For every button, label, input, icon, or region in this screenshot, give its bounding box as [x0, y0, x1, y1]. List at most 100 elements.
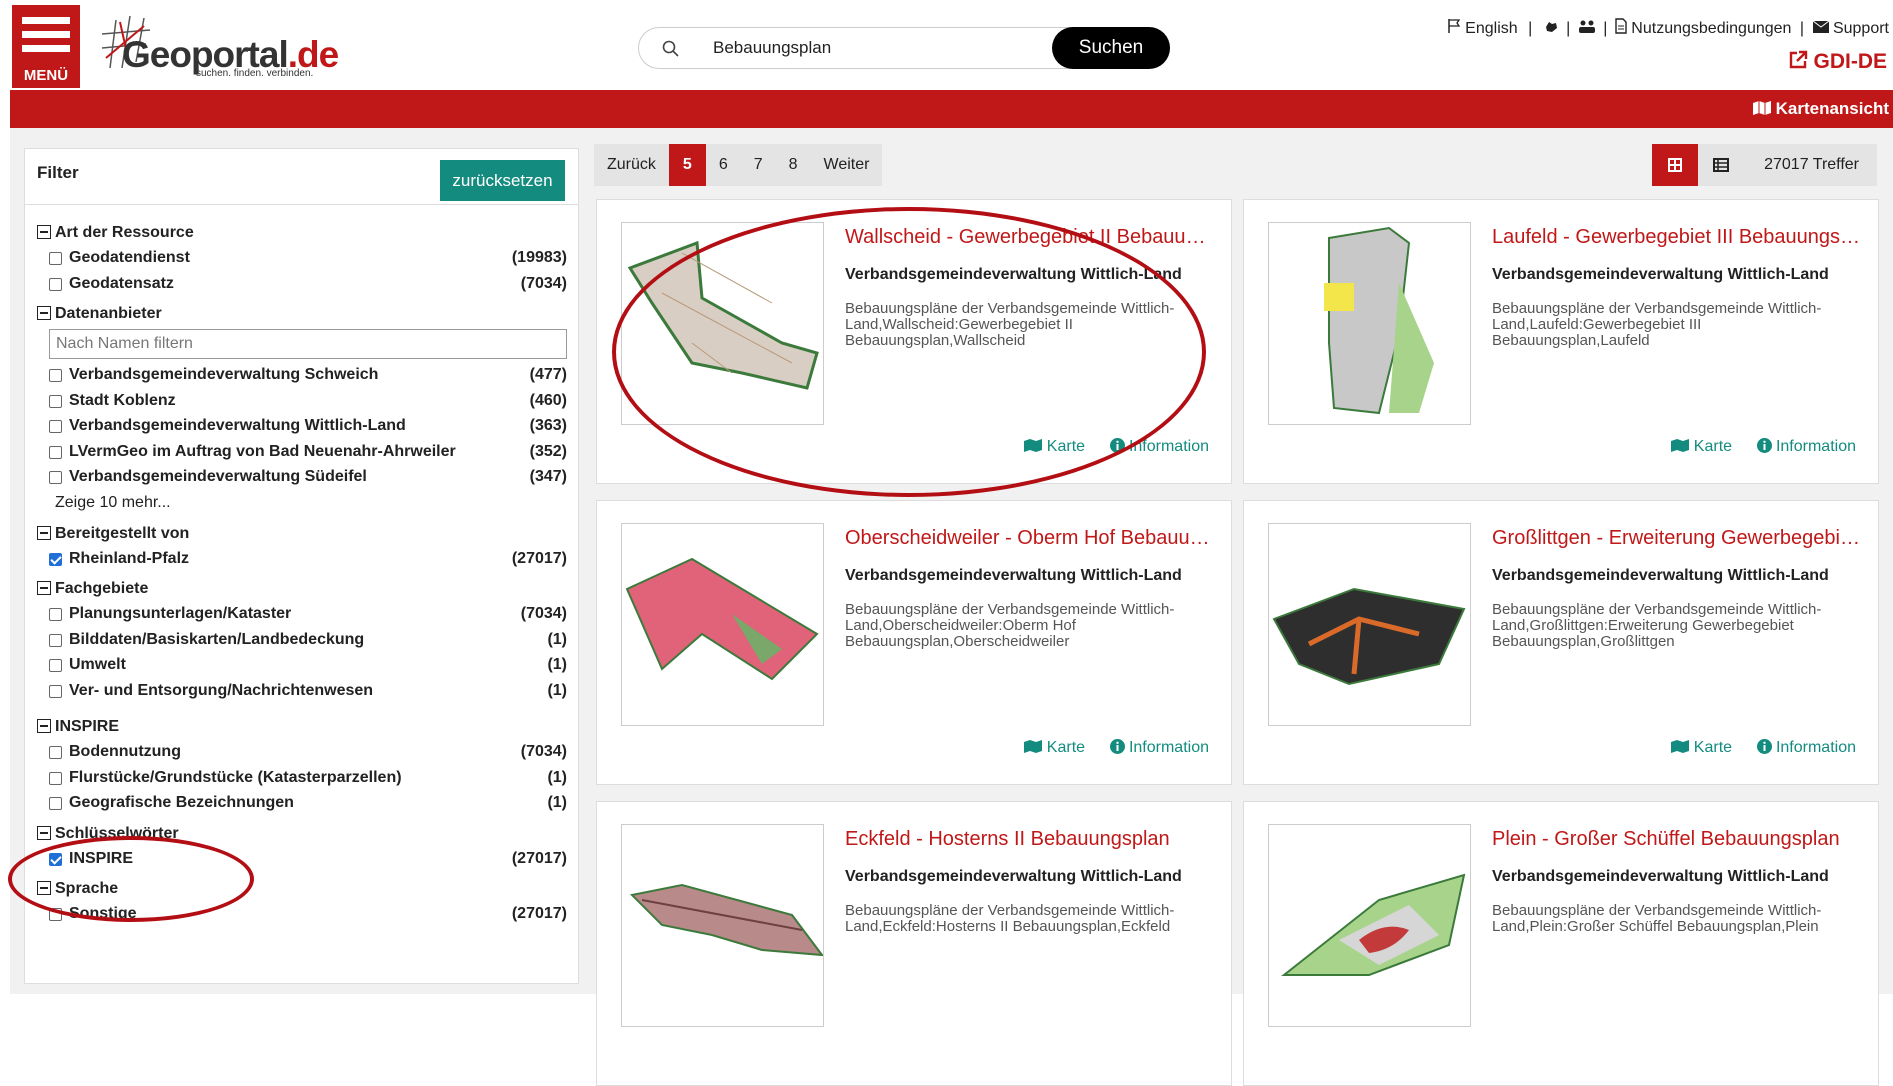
next-page-button[interactable]: Weiter — [811, 144, 883, 186]
search-button[interactable]: Suchen — [1052, 27, 1170, 69]
checkbox[interactable] — [49, 471, 62, 484]
karte-link[interactable]: Karte — [1671, 438, 1732, 455]
group-header-bereitgestellt[interactable]: Bereitgestellt von — [37, 522, 567, 546]
info-icon — [1109, 739, 1125, 754]
info-icon — [1756, 739, 1772, 754]
group-header-art[interactable]: Art der Ressource — [37, 221, 567, 245]
card-title[interactable]: Laufeld - Gewerbegebiet III Bebauungspla… — [1492, 226, 1862, 249]
group-header-fachgebiete[interactable]: Fachgebiete — [37, 577, 567, 601]
checkbox-checked[interactable] — [49, 552, 62, 566]
map-thumbnail[interactable] — [621, 824, 825, 1027]
card-title[interactable]: Plein - Großer Schüffel Bebauungsplan — [1492, 828, 1862, 851]
separator: | — [1528, 19, 1533, 37]
page-button-active[interactable]: 5 — [668, 144, 706, 186]
result-card: Plein - Großer Schüffel Bebauungsplan Ve… — [1243, 801, 1879, 1086]
map-thumbnail[interactable] — [1268, 222, 1471, 425]
filter-title: Filter — [37, 163, 79, 182]
result-card: Eckfeld - Hosterns II Bebauungsplan Verb… — [596, 801, 1232, 1086]
filter-option[interactable]: Flurstücke/Grundstücke (Katasterparzelle… — [37, 765, 567, 791]
kartenansicht-link[interactable]: Kartenansicht — [1752, 99, 1889, 119]
checkbox[interactable] — [49, 394, 62, 408]
information-link[interactable]: Information — [1756, 438, 1856, 455]
map-thumbnail[interactable] — [1268, 824, 1471, 1027]
page-button[interactable]: 7 — [741, 144, 776, 186]
filter-option[interactable]: Planungsunterlagen/Kataster (7034) — [37, 601, 567, 627]
show-more-link[interactable]: Zeige 10 mehr... — [37, 490, 567, 516]
filter-option[interactable]: Umwelt (1) — [37, 652, 567, 678]
map-marker-icon — [1024, 740, 1043, 753]
card-title[interactable]: Oberscheidweiler - Oberm Hof Bebauungspl… — [845, 527, 1215, 550]
list-view-button[interactable] — [1698, 144, 1744, 186]
filter-option[interactable]: Geodatensatz (7034) — [37, 271, 567, 297]
nutzungsbedingungen-link[interactable]: Nutzungsbedingungen — [1631, 20, 1791, 38]
checkbox[interactable] — [49, 797, 62, 810]
support-link[interactable]: Support — [1833, 20, 1889, 38]
card-description: Bebauungspläne der Verbandsgemeinde Witt… — [1492, 902, 1822, 935]
menu-button[interactable]: MENÜ — [12, 5, 80, 88]
page-button[interactable]: 8 — [776, 144, 811, 186]
checkbox[interactable] — [49, 277, 62, 291]
english-link[interactable]: English — [1465, 20, 1517, 38]
filter-option[interactable]: Verbandsgemeindeverwaltung Südeifel (347) — [37, 464, 567, 490]
checkbox[interactable] — [49, 445, 62, 459]
people-icon[interactable] — [1578, 18, 1596, 39]
card-description: Bebauungspläne der Verbandsgemeinde Witt… — [1492, 601, 1822, 650]
document-icon — [1615, 18, 1627, 39]
collapse-icon — [37, 719, 51, 733]
filter-option[interactable]: Verbandsgemeindeverwaltung Wittlich-Land… — [37, 413, 567, 439]
card-title[interactable]: Großlittgen - Erweiterung Gewerbegebiet … — [1492, 527, 1862, 550]
provider-filter-input[interactable]: Nach Namen filtern — [49, 329, 567, 359]
plan-thumbnail-image — [625, 557, 819, 681]
group-header-inspire[interactable]: INSPIRE — [37, 715, 567, 739]
checkbox[interactable] — [49, 659, 62, 672]
filter-option[interactable]: Geografische Bezeichnungen (1) — [37, 790, 567, 816]
filter-option[interactable]: LVermGeo im Auftrag von Bad Neuenahr-Ahr… — [37, 439, 567, 465]
filter-option[interactable]: Geodatendienst (19983) — [37, 245, 567, 271]
checkbox[interactable] — [49, 252, 62, 265]
plan-thumbnail-image — [1324, 226, 1434, 415]
filter-option[interactable]: Stadt Koblenz (460) — [37, 388, 567, 414]
collapse-icon — [37, 525, 51, 540]
card-organization: Verbandsgemeindeverwaltung Wittlich-Land — [845, 567, 1182, 584]
filter-option[interactable]: Ver- und Entsorgung/Nachrichtenwesen (1) — [37, 678, 567, 704]
card-description: Bebauungspläne der Verbandsgemeinde Witt… — [845, 902, 1175, 935]
page-button[interactable]: 6 — [706, 144, 741, 186]
card-title[interactable]: Eckfeld - Hosterns II Bebauungsplan — [845, 828, 1215, 851]
collapse-icon — [37, 306, 51, 320]
geoportal-logo[interactable]: Geoportal.de suchen. finden. verbinden. — [100, 12, 340, 80]
search-input[interactable] — [713, 36, 1013, 60]
collapse-icon — [37, 581, 51, 595]
checkbox[interactable] — [49, 746, 62, 759]
karte-link[interactable]: Karte — [1024, 739, 1085, 756]
group-header-datenanbieter[interactable]: Datenanbieter — [37, 302, 567, 326]
checkbox[interactable] — [49, 608, 62, 621]
hand-icon[interactable] — [1543, 18, 1559, 39]
filter-option[interactable]: Bilddaten/Basiskarten/Landbedeckung (1) — [37, 627, 567, 653]
karte-link[interactable]: Karte — [1671, 739, 1732, 756]
filter-option[interactable]: Rheinland-Pfalz (27017) — [37, 546, 567, 572]
filter-option[interactable]: Bodennutzung (7034) — [37, 739, 567, 765]
card-description: Bebauungspläne der Verbandsgemeinde Witt… — [845, 601, 1175, 650]
information-link[interactable]: Information — [1109, 739, 1209, 756]
reset-button[interactable]: zurücksetzen — [440, 160, 565, 201]
map-marker-icon — [1671, 740, 1690, 753]
checkbox[interactable] — [49, 633, 62, 647]
prev-page-button[interactable]: Zurück — [594, 144, 669, 186]
separator: | — [1799, 19, 1805, 37]
gdi-de-link[interactable]: GDI-DE — [1788, 50, 1887, 74]
checkbox[interactable] — [49, 369, 62, 382]
checkbox[interactable] — [49, 684, 62, 698]
information-link[interactable]: Information — [1756, 739, 1856, 756]
result-card: Oberscheidweiler - Oberm Hof Bebauungspl… — [596, 500, 1232, 785]
filter-option[interactable]: Verbandsgemeindeverwaltung Schweich (477) — [37, 362, 567, 388]
card-organization: Verbandsgemeindeverwaltung Wittlich-Land — [1492, 266, 1829, 283]
red-navbar: Kartenansicht — [10, 90, 1893, 128]
flag-icon — [1447, 18, 1461, 39]
map-thumbnail[interactable] — [1268, 523, 1471, 726]
map-thumbnail[interactable] — [621, 523, 824, 726]
checkbox[interactable] — [49, 771, 62, 785]
checkbox[interactable] — [49, 420, 62, 433]
header: MENÜ Geoportal.de suchen. finden. verbin… — [0, 0, 1893, 90]
grid-icon — [1668, 158, 1682, 172]
grid-view-button[interactable] — [1652, 144, 1698, 186]
